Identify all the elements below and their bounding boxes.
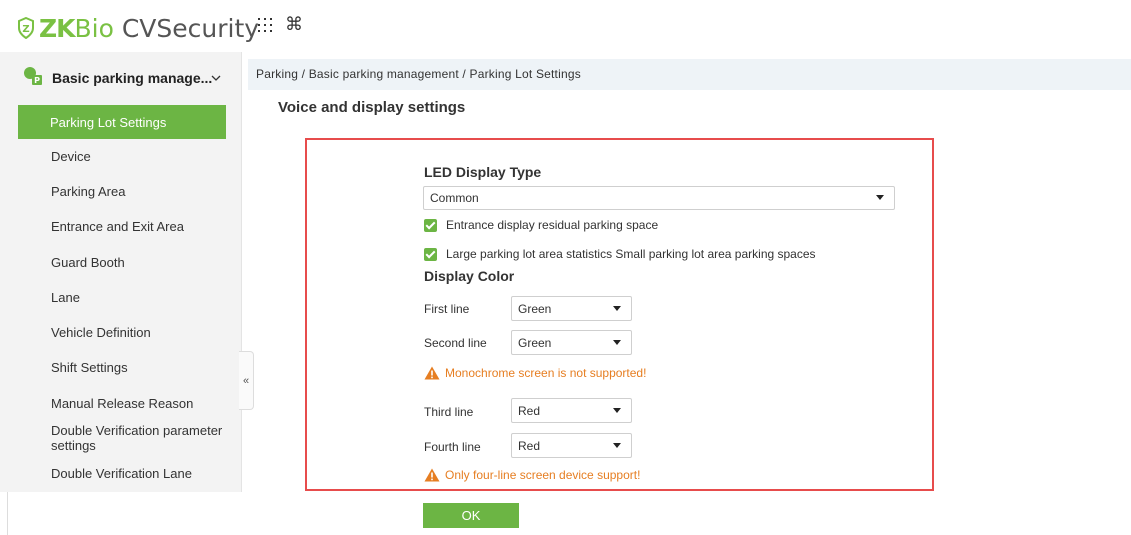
sidebar-item-manual-release-reason[interactable]: Manual Release Reason: [51, 396, 193, 411]
caret-down-icon: [613, 407, 621, 413]
caret-down-icon: [613, 305, 621, 311]
double-chevron-left-icon: «: [242, 374, 250, 387]
module-selector[interactable]: P Basic parking manage...: [0, 52, 241, 102]
large-lot-statistics-option[interactable]: Large parking lot area statistics Small …: [424, 247, 816, 261]
caret-down-icon: [613, 339, 621, 345]
apps-grid-icon[interactable]: [258, 16, 272, 37]
sidebar-item-vehicle-definition[interactable]: Vehicle Definition: [51, 325, 151, 340]
first-line-color-select[interactable]: Green: [511, 296, 632, 321]
display-color-label: Display Color: [424, 268, 515, 284]
warning-icon: [424, 366, 440, 380]
sidebar-divider: [7, 492, 8, 535]
sidebar-item-entrance-exit-area[interactable]: Entrance and Exit Area: [51, 219, 184, 234]
sidebar-item-guard-booth[interactable]: Guard Booth: [51, 255, 125, 270]
large-lot-statistics-label: Large parking lot area statistics Small …: [446, 247, 816, 261]
third-line-color-select[interactable]: Red: [511, 398, 632, 423]
sidebar-item-parking-lot-settings[interactable]: Parking Lot Settings: [18, 105, 226, 139]
ok-button[interactable]: OK: [423, 503, 519, 528]
fourth-line-label: Fourth line: [424, 440, 481, 454]
caret-down-icon: [876, 195, 884, 200]
module-title: Basic parking manage...: [52, 70, 213, 86]
first-line-color-value: Green: [518, 301, 552, 316]
sidebar-item-parking-area[interactable]: Parking Area: [51, 184, 125, 199]
third-line-color-value: Red: [518, 403, 541, 418]
entrance-residual-option[interactable]: Entrance display residual parking space: [424, 218, 658, 232]
sidebar-item-double-verification-parameter-settings[interactable]: Double Verification parameter settings: [51, 423, 231, 453]
led-display-type-label: LED Display Type: [424, 164, 542, 180]
svg-text:Z: Z: [22, 24, 29, 35]
second-line-color-select[interactable]: Green: [511, 330, 632, 355]
first-line-label: First line: [424, 302, 470, 316]
fourth-line-color-value: Red: [518, 438, 541, 453]
sidebar-collapse-button[interactable]: «: [239, 351, 254, 410]
shield-logo-icon: Z: [18, 17, 34, 39]
entrance-residual-checkbox[interactable]: [424, 218, 437, 232]
parking-module-icon: P: [24, 67, 42, 85]
monochrome-warning-text: Monochrome screen is not supported!: [445, 366, 647, 380]
third-line-label: Third line: [424, 405, 474, 419]
warning-icon: [424, 468, 440, 482]
four-line-warning-text: Only four-line screen device support!: [445, 468, 641, 482]
large-lot-statistics-checkbox[interactable]: [424, 247, 437, 261]
page-title: Voice and display settings: [278, 99, 466, 116]
sidebar-item-lane[interactable]: Lane: [51, 290, 80, 305]
second-line-color-value: Green: [518, 335, 552, 350]
logo-product-text: Bio CVSecurity: [74, 13, 260, 43]
fourth-line-color-select[interactable]: Red: [511, 433, 632, 458]
sidebar-item-shift-settings[interactable]: Shift Settings: [51, 360, 128, 375]
logo-zk-text: ZK: [39, 13, 75, 43]
command-icon[interactable]: ⌘: [285, 14, 303, 35]
second-line-label: Second line: [424, 336, 487, 350]
breadcrumb: Parking / Basic parking management / Par…: [256, 67, 581, 81]
sidebar-item-double-verification-lane[interactable]: Double Verification Lane: [51, 466, 192, 481]
svg-text:P: P: [34, 76, 40, 85]
chevron-down-icon: [211, 70, 221, 84]
led-display-type-value: Common: [430, 191, 479, 205]
app-logo[interactable]: Z ZK Bio CVSecurity: [17, 13, 260, 43]
top-header: Z ZK Bio CVSecurity ⌘: [0, 0, 1131, 52]
sidebar-item-device[interactable]: Device: [51, 149, 91, 164]
led-display-type-select[interactable]: Common: [423, 186, 895, 210]
four-line-warning: Only four-line screen device support!: [424, 468, 640, 482]
caret-down-icon: [613, 442, 621, 448]
entrance-residual-label: Entrance display residual parking space: [446, 218, 659, 232]
monochrome-warning: Monochrome screen is not supported!: [424, 366, 646, 380]
